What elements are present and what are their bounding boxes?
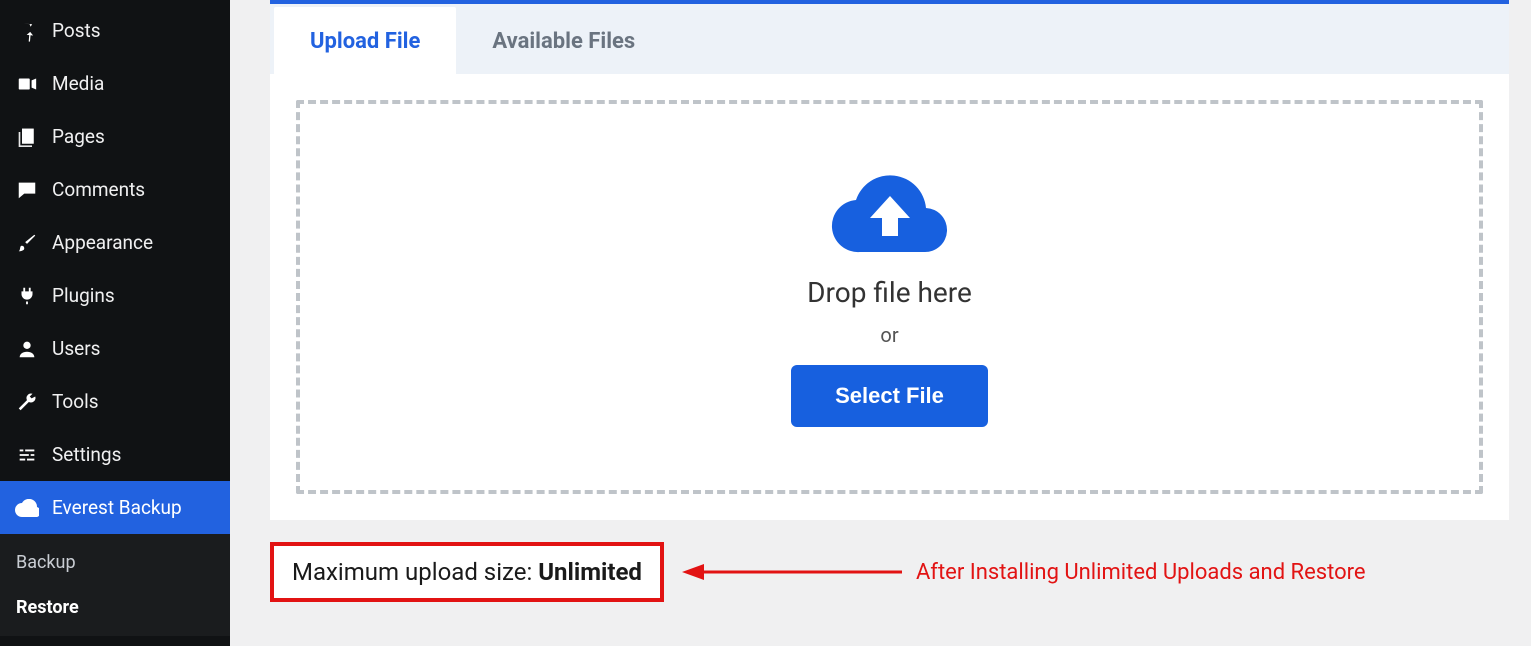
page-icon bbox=[14, 126, 40, 148]
max-upload-prefix: Maximum upload size: bbox=[292, 558, 538, 586]
sidebar-item-label: Tools bbox=[52, 390, 99, 413]
tab-label: Upload File bbox=[310, 29, 420, 54]
sidebar-item-everest-backup[interactable]: Everest Backup bbox=[0, 481, 230, 534]
wrench-icon bbox=[14, 391, 40, 413]
annotation-arrow: After Installing Unlimited Uploads and R… bbox=[682, 560, 1366, 585]
sidebar-item-label: Posts bbox=[52, 19, 101, 42]
sidebar-item-label: Appearance bbox=[52, 231, 153, 254]
tab-upload-file[interactable]: Upload File bbox=[274, 7, 456, 74]
brush-icon bbox=[14, 232, 40, 254]
sidebar-item-plugins[interactable]: Plugins bbox=[0, 269, 230, 322]
upload-card: Upload File Available Files Drop file he… bbox=[270, 0, 1509, 520]
max-upload-row: Maximum upload size: Unlimited After Ins… bbox=[270, 542, 1509, 602]
app-root: Posts Media Pages Comments Appearance bbox=[0, 0, 1531, 646]
sidebar-item-posts[interactable]: Posts bbox=[0, 4, 230, 57]
dropzone[interactable]: Drop file here or Select File bbox=[296, 100, 1483, 494]
sliders-icon bbox=[14, 444, 40, 466]
sidebar-item-label: Plugins bbox=[52, 284, 115, 307]
sidebar-submenu: Backup Restore bbox=[0, 534, 230, 636]
cloud-upload-icon bbox=[830, 168, 950, 258]
sidebar-subitem-label: Restore bbox=[16, 597, 79, 618]
annotation-text: After Installing Unlimited Uploads and R… bbox=[916, 560, 1366, 585]
tab-label: Available Files bbox=[492, 29, 635, 54]
main-content: Upload File Available Files Drop file he… bbox=[230, 0, 1531, 646]
dropzone-title: Drop file here bbox=[807, 276, 972, 309]
select-file-button[interactable]: Select File bbox=[791, 365, 988, 427]
media-icon bbox=[14, 73, 40, 95]
sidebar-item-media[interactable]: Media bbox=[0, 57, 230, 110]
dropzone-or: or bbox=[880, 323, 898, 347]
user-icon bbox=[14, 338, 40, 360]
cloud-icon bbox=[14, 499, 40, 517]
sidebar-item-label: Settings bbox=[52, 443, 121, 466]
sidebar-item-tools[interactable]: Tools bbox=[0, 375, 230, 428]
sidebar-item-users[interactable]: Users bbox=[0, 322, 230, 375]
sidebar-item-label: Users bbox=[52, 337, 100, 360]
tabs: Upload File Available Files bbox=[270, 4, 1509, 74]
plug-icon bbox=[14, 285, 40, 307]
sidebar-item-pages[interactable]: Pages bbox=[0, 110, 230, 163]
sidebar-item-settings[interactable]: Settings bbox=[0, 428, 230, 481]
admin-sidebar: Posts Media Pages Comments Appearance bbox=[0, 0, 230, 646]
pin-icon bbox=[14, 20, 40, 42]
sidebar-item-comments[interactable]: Comments bbox=[0, 163, 230, 216]
sidebar-item-label: Everest Backup bbox=[52, 496, 182, 519]
sidebar-item-appearance[interactable]: Appearance bbox=[0, 216, 230, 269]
sidebar-subitem-backup[interactable]: Backup bbox=[0, 540, 230, 585]
max-upload-value: Unlimited bbox=[538, 558, 642, 586]
tab-panel: Drop file here or Select File bbox=[270, 74, 1509, 520]
tab-available-files[interactable]: Available Files bbox=[456, 7, 671, 74]
sidebar-subitem-restore[interactable]: Restore bbox=[0, 585, 230, 630]
comment-icon bbox=[14, 179, 40, 201]
sidebar-item-label: Pages bbox=[52, 125, 105, 148]
sidebar-item-label: Comments bbox=[52, 178, 145, 201]
max-upload-box: Maximum upload size: Unlimited bbox=[270, 542, 664, 602]
sidebar-subitem-label: Backup bbox=[16, 552, 76, 573]
sidebar-item-label: Media bbox=[52, 72, 104, 95]
